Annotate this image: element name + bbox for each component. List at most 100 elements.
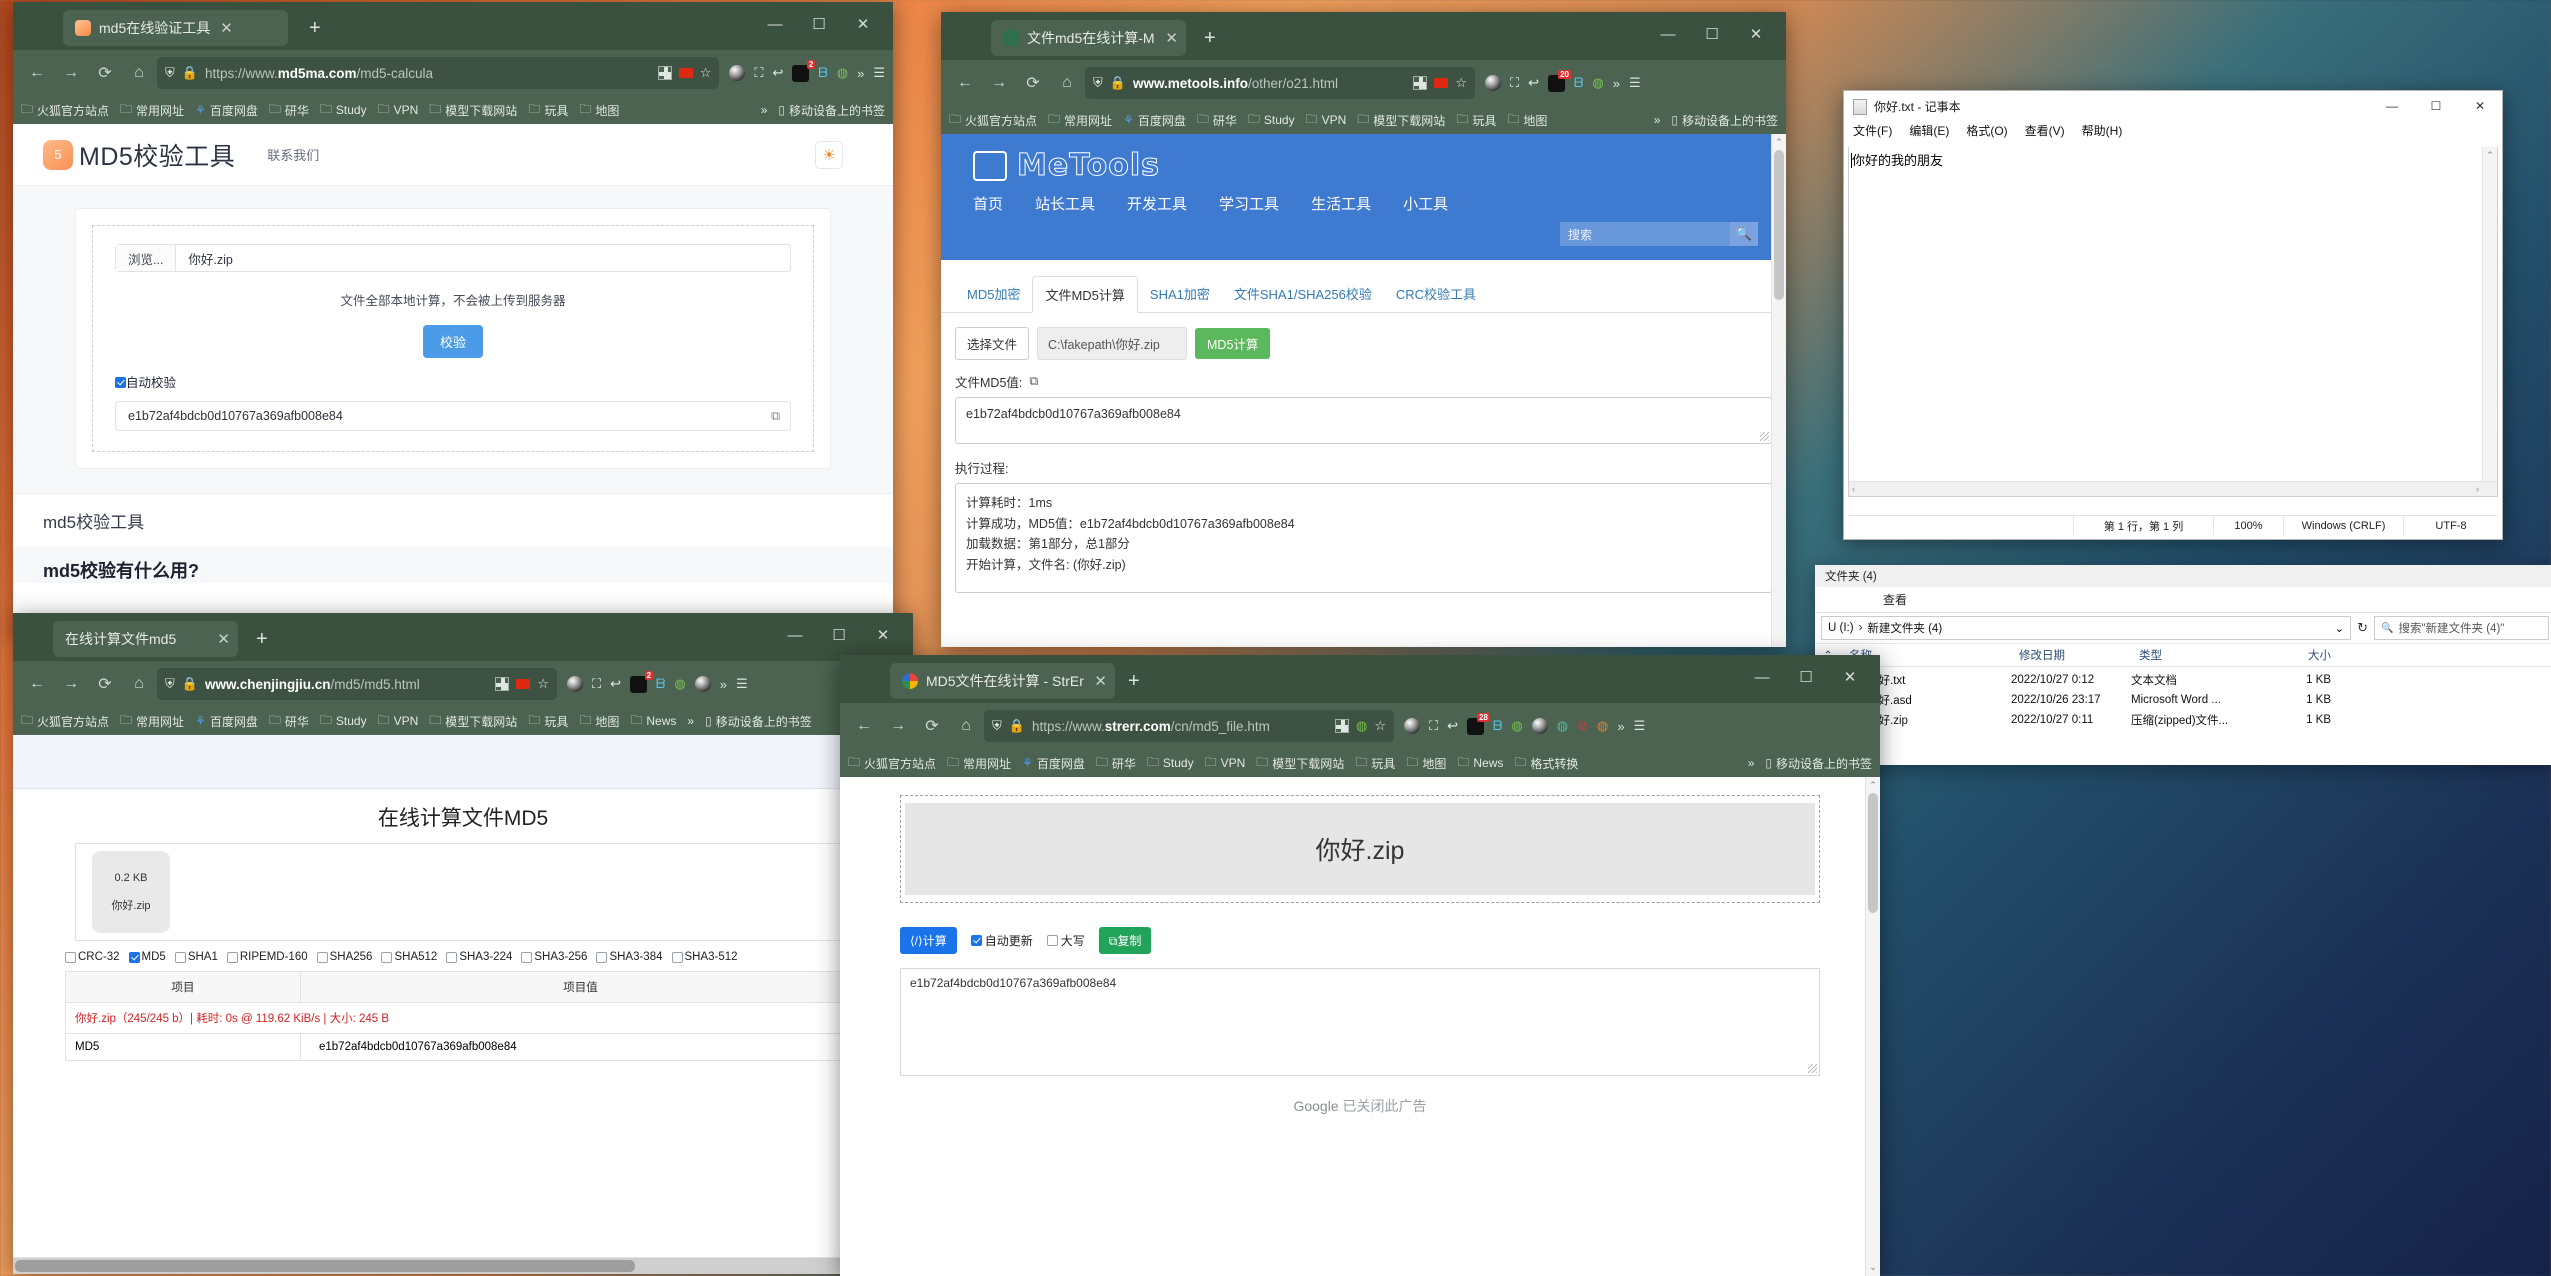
minimize-button[interactable]: — <box>1740 667 1784 689</box>
copy-icon[interactable]: ⧉ <box>1029 374 1038 389</box>
checkbox[interactable] <box>227 952 238 963</box>
bookmark-item[interactable]: 🗀News <box>1457 753 1503 774</box>
horizontal-scrollbar-chenjingjiu[interactable] <box>13 1257 913 1274</box>
calculate-button[interactable]: ⟨/⟩计算 <box>900 927 957 954</box>
qr-code-icon[interactable] <box>1413 76 1427 90</box>
back-icon[interactable]: ← <box>949 68 981 98</box>
crop-icon[interactable]: ⛶ <box>1510 75 1519 91</box>
scroll-right-icon[interactable]: › <box>2476 484 2479 494</box>
bookmark-mobile[interactable]: ▯移动设备上的书签 <box>778 102 885 119</box>
bookmark-item[interactable]: 🗀火狐官方站点 <box>21 100 109 121</box>
bookmark-item[interactable]: 🗀玩具 <box>528 711 568 732</box>
browse-button[interactable]: 浏览... <box>116 245 176 271</box>
idm-icon[interactable] <box>1548 75 1565 92</box>
undo-icon[interactable]: ↩ <box>610 676 621 692</box>
address-bar-chenjingjiu[interactable]: ⛨ 🔒 www.chenjingjiu.cn/md5/md5.html ☆ <box>157 668 557 700</box>
notepad-text-area[interactable]: 你好的我的朋友 ⌃ ‹ › <box>1848 147 2498 497</box>
grayscale-icon[interactable] <box>695 676 711 692</box>
copy-icon[interactable]: ⧉ <box>771 409 780 424</box>
undo-icon[interactable]: ↩ <box>1447 718 1458 734</box>
table-row[interactable]: 你好.txt 2022/10/27 0:12 文本文档 1 KB <box>1815 670 2551 690</box>
close-button[interactable]: ✕ <box>2458 91 2502 122</box>
address-bar-md5ma[interactable]: ⛨ 🔒 https://www.md5ma.com/md5-calcula ☆ <box>157 57 719 89</box>
grayscale-icon[interactable] <box>1532 718 1548 734</box>
bookmarks-overflow-icon[interactable]: » <box>1748 756 1755 770</box>
globe-icon[interactable]: ◍ <box>674 676 685 692</box>
copy-button[interactable]: ⧉复制 <box>1099 927 1152 954</box>
idm-icon[interactable] <box>792 65 809 82</box>
tab-md5ma[interactable]: md5在线验证工具 ✕ <box>63 10 288 46</box>
bookmark-item[interactable]: 🗀火狐官方站点 <box>848 753 936 774</box>
auto-update-checkbox[interactable] <box>971 935 982 946</box>
globe-icon[interactable]: ◍ <box>1592 75 1603 91</box>
bookmark-item[interactable]: ⚘百度网盘 <box>195 713 258 730</box>
back-icon[interactable]: ← <box>21 669 53 699</box>
bookmarks-overflow-icon[interactable]: » <box>1654 113 1661 127</box>
algo-sha1[interactable]: SHA1 <box>175 951 218 963</box>
file-dropzone[interactable]: 你好.zip <box>900 795 1820 903</box>
bookmark-item[interactable]: 🗀模型下载网站 <box>1256 753 1344 774</box>
forward-icon[interactable]: → <box>55 58 87 88</box>
home-icon[interactable]: ⌂ <box>123 669 155 699</box>
bookmark-item[interactable]: 🗀VPN <box>1306 110 1347 131</box>
bookmark-item[interactable]: 🗀Study <box>1147 753 1194 774</box>
checkbox[interactable] <box>317 952 328 963</box>
menu-icon[interactable]: ☰ <box>736 676 748 692</box>
minimize-button[interactable]: — <box>1646 24 1690 46</box>
algo-md5[interactable]: MD5 <box>129 951 166 963</box>
crop-icon[interactable]: ⛶ <box>754 65 763 81</box>
overflow-icon[interactable]: » <box>1617 719 1624 734</box>
column-modified[interactable]: 修改日期 <box>2011 647 2131 663</box>
bookmark-item[interactable]: 🗀模型下载网站 <box>429 100 517 121</box>
qr-code-icon[interactable] <box>1335 719 1349 733</box>
forward-icon[interactable]: → <box>983 68 1015 98</box>
tab-strerr[interactable]: MD5文件在线计算 - StrErr.com ✕ <box>890 663 1115 699</box>
orange-circle-icon[interactable]: ◍ <box>1597 718 1608 734</box>
overflow-icon[interactable]: » <box>1613 76 1620 91</box>
firefox-extension-icon[interactable] <box>1485 75 1501 91</box>
bookmark-item[interactable]: ⚘百度网盘 <box>1123 112 1186 129</box>
maximize-button[interactable]: ☐ <box>2414 91 2458 122</box>
bookmark-item[interactable]: 🗀研华 <box>1096 753 1136 774</box>
algo-sha256[interactable]: SHA256 <box>317 951 373 963</box>
bookmark-item[interactable]: 🗀地图 <box>579 711 619 732</box>
forward-icon[interactable]: → <box>882 711 914 741</box>
tab-close-button[interactable]: ✕ <box>220 19 233 37</box>
undo-icon[interactable]: ↩ <box>1528 75 1539 91</box>
bookmark-item[interactable]: ⚘百度网盘 <box>195 102 258 119</box>
idm-icon[interactable] <box>630 676 647 693</box>
menu-icon[interactable]: ☰ <box>1634 718 1646 734</box>
close-button[interactable]: ✕ <box>841 14 885 36</box>
explorer-search-box[interactable]: 🔍 搜索"新建文件夹 (4)" <box>2374 616 2549 640</box>
maximize-button[interactable]: ☐ <box>1784 667 1828 689</box>
compute-md5-button[interactable]: MD5计算 <box>1195 328 1270 359</box>
bookmark-item[interactable]: 🗀地图 <box>579 100 619 121</box>
algo-ripemd160[interactable]: RIPEMD-160 <box>227 951 308 963</box>
address-bar-metools[interactable]: ⛨ 🔒 www.metools.info/other/o21.html ☆ <box>1085 67 1475 99</box>
bookmark-item[interactable]: 🗀模型下载网站 <box>1357 110 1445 131</box>
reload-icon[interactable]: ⟳ <box>1017 68 1049 98</box>
reload-icon[interactable]: ⟳ <box>89 58 121 88</box>
undo-icon[interactable]: ↩ <box>772 65 783 81</box>
checkbox[interactable] <box>129 952 140 963</box>
address-bar-strerr[interactable]: ⛨ 🔒 https://www.strerr.com/cn/md5_file.h… <box>984 710 1394 742</box>
table-row[interactable]: 我好.asd 2022/10/26 23:17 Microsoft Word .… <box>1815 690 2551 710</box>
bing-icon[interactable]: ᗷ <box>656 676 665 692</box>
uppercase-option[interactable]: 大写 <box>1047 932 1085 949</box>
auto-verify-checkbox[interactable] <box>115 377 126 388</box>
algo-sha3-512[interactable]: SHA3-512 <box>672 951 738 963</box>
bookmark-item[interactable]: 🗀研华 <box>269 711 309 732</box>
theme-toggle-icon[interactable]: ☀ <box>815 141 843 169</box>
bookmark-item[interactable]: 🗀News <box>630 711 676 732</box>
column-type[interactable]: 类型 <box>2131 647 2271 663</box>
checkbox[interactable] <box>381 952 392 963</box>
crop-icon[interactable]: ⛶ <box>592 676 601 692</box>
browser-window-strerr[interactable]: MD5文件在线计算 - StrErr.com ✕ + — ☐ ✕ ← → ⟳ ⌂… <box>840 655 1880 1276</box>
tab-close-button[interactable]: ✕ <box>217 630 230 648</box>
nav-item-study[interactable]: 学习工具 <box>1219 193 1279 214</box>
bookmark-mobile[interactable]: ▯移动设备上的书签 <box>705 713 812 730</box>
scrollbar-thumb[interactable] <box>1774 150 1784 300</box>
choose-file-button[interactable]: 选择文件 <box>955 327 1029 360</box>
menu-view[interactable]: 查看(V) <box>2025 122 2065 144</box>
hash-output-textarea[interactable]: e1b72af4bdcb0d10767a369afb008e84 <box>900 968 1820 1076</box>
